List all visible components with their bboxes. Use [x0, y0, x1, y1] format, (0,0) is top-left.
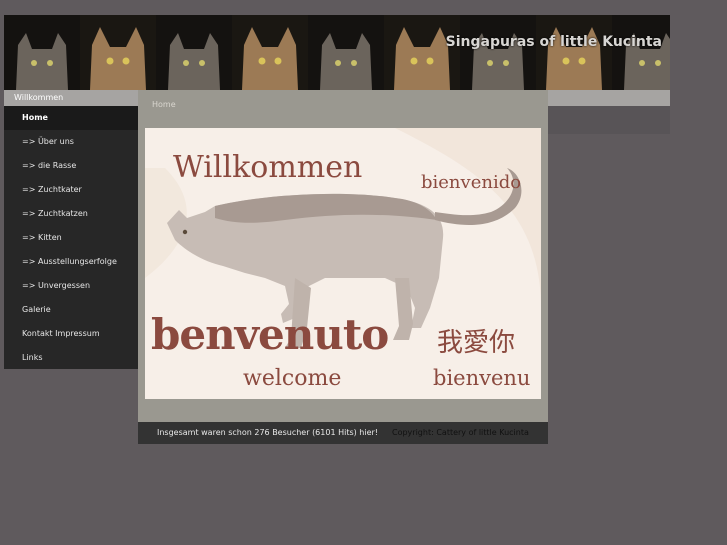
top-strip-shadow — [548, 106, 670, 134]
cat-photo-3 — [156, 15, 232, 90]
main-content: Home Willkommen bienvenido benvenuto 我愛你… — [138, 90, 548, 422]
cat-photo-8 — [536, 15, 612, 90]
nav-item-ueber-uns[interactable]: => Über uns — [4, 130, 138, 154]
word-chinese: 我愛你 — [437, 328, 516, 358]
word-welcome: welcome — [243, 366, 342, 391]
cat-photo-2 — [80, 15, 156, 90]
word-willkommen: Willkommen — [173, 150, 363, 185]
header-banner: Singapuras of little Kucinta — [4, 15, 670, 90]
nav-item-zuchtkatzen[interactable]: => Zuchtkatzen — [4, 202, 138, 226]
site-title: Singapuras of little Kucinta — [445, 34, 662, 50]
word-bienvenido: bienvenido — [421, 172, 522, 193]
footer: Insgesamt waren schon 276 Besucher (6101… — [138, 422, 548, 444]
nav-item-galerie[interactable]: Galerie — [4, 298, 138, 322]
copyright-text: Copyright: Cattery of little Kucinta — [392, 428, 529, 437]
sidebar-section-title: Willkommen — [4, 90, 138, 106]
nav-item-die-rasse[interactable]: => die Rasse — [4, 154, 138, 178]
breadcrumb[interactable]: Home — [152, 100, 176, 109]
cat-photo-7 — [460, 15, 536, 90]
nav-item-links[interactable]: Links — [4, 346, 138, 370]
cat-photo-1 — [4, 15, 80, 90]
visitor-counter: Insgesamt waren schon 276 Besucher (6101… — [157, 428, 379, 437]
nav-item-kontakt-impressum[interactable]: Kontakt Impressum — [4, 322, 138, 346]
cat-photo-4 — [232, 15, 308, 90]
nav-item-unvergessen[interactable]: => Unvergessen — [4, 274, 138, 298]
word-benvenuto: benvenuto — [151, 310, 389, 359]
cat-photo-6 — [384, 15, 460, 90]
nav-item-kitten[interactable]: => Kitten — [4, 226, 138, 250]
nav-item-zuchtkater[interactable]: => Zuchtkater — [4, 178, 138, 202]
cat-photo-5 — [308, 15, 384, 90]
cat-photo-9 — [612, 15, 670, 90]
welcome-image: Willkommen bienvenido benvenuto 我愛你 welc… — [145, 128, 541, 399]
nav-item-home[interactable]: Home — [4, 106, 138, 130]
nav-item-ausstellungserfolge[interactable]: => Ausstellungserfolge — [4, 250, 138, 274]
word-bienvenu: bienvenu — [433, 366, 531, 390]
sidebar-nav: Willkommen Home => Über uns => die Rasse… — [4, 90, 138, 369]
